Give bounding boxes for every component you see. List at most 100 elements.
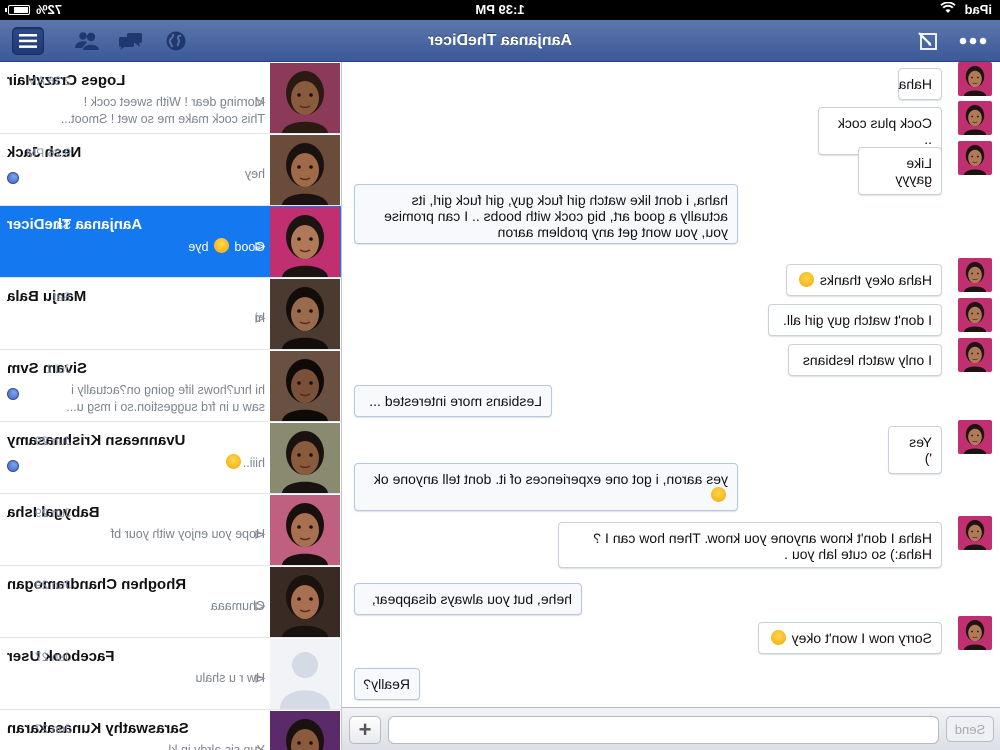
send-button[interactable]: Send bbox=[946, 716, 994, 742]
sender-avatar bbox=[958, 298, 992, 332]
message-bubble[interactable]: I don't watch guy girl all. bbox=[768, 304, 942, 336]
conversation-time: Jun 29 bbox=[34, 434, 71, 448]
conversation-list[interactable]: Loges CrazyHair 2:36 AM Morning dear ! Wit… bbox=[0, 62, 342, 750]
contact-avatar bbox=[270, 279, 340, 349]
contact-name: Manju Bala bbox=[7, 288, 87, 305]
conversation-row[interactable]: Babygal Isha Jun 29 Hope you enjoy with yo… bbox=[0, 494, 341, 566]
smiley-emoji-icon bbox=[225, 454, 241, 469]
message-preview: Hope you enjoy with your bf bbox=[110, 527, 265, 541]
friend-requests-icon[interactable] bbox=[72, 28, 102, 54]
unread-dot-icon bbox=[7, 460, 19, 472]
message-bubble[interactable]: Yes ') bbox=[888, 426, 942, 474]
conversation-row[interactable]: Loges CrazyHair 2:36 AM Morning dear ! Wit… bbox=[0, 62, 341, 134]
conversation-time: Jun 29 bbox=[34, 506, 71, 520]
sender-avatar bbox=[958, 101, 992, 135]
sender-avatar bbox=[958, 62, 992, 96]
battery-icon bbox=[8, 5, 30, 15]
conversation-row[interactable]: Uvanneasn Krishnasamy Jun 29 hiii.. bbox=[0, 422, 341, 494]
message-preview: Hw r u shalu bbox=[195, 671, 265, 685]
messages-icon[interactable] bbox=[115, 28, 145, 54]
conversation-time: Sat bbox=[52, 218, 71, 232]
new-message-icon[interactable] bbox=[912, 28, 942, 54]
conversation-row[interactable]: Facebook User Jun 27 Hw r u shalu bbox=[0, 638, 341, 710]
message-bubble[interactable]: Haha bbox=[898, 68, 942, 100]
conversation-time: 9:26 PM bbox=[26, 146, 71, 160]
replied-arrow-icon bbox=[255, 602, 266, 614]
more-options-icon[interactable] bbox=[958, 28, 988, 54]
message-bubble[interactable]: hehe, but you always disappear, bbox=[354, 583, 582, 615]
conversation-time: Jul 1 bbox=[45, 362, 71, 376]
clock: 1:39 PM bbox=[475, 2, 525, 17]
replied-arrow-icon bbox=[255, 98, 266, 110]
replied-arrow-icon bbox=[255, 314, 266, 326]
message-preview: Chumaaa bbox=[210, 599, 265, 613]
unread-dot-icon bbox=[7, 172, 19, 184]
battery-percent: 72% bbox=[36, 2, 63, 17]
top-navigation-bar: Aanjanaa TheDicer bbox=[0, 20, 1000, 62]
conversation-row[interactable]: Manju Bala Sat hi bbox=[0, 278, 341, 350]
conversation-row[interactable]: Nesh Jack 9:26 PM hey bbox=[0, 134, 341, 206]
smiley-emoji-icon bbox=[770, 630, 786, 645]
replied-arrow-icon bbox=[255, 530, 266, 542]
contact-name: Aanjanaa TheDicer bbox=[7, 216, 143, 233]
sender-avatar bbox=[958, 420, 992, 454]
conversation-time: Jun 29 bbox=[34, 578, 71, 592]
contact-avatar bbox=[270, 423, 340, 493]
message-preview: Good bye bbox=[188, 238, 265, 254]
message-preview: hiii.. bbox=[7, 454, 265, 472]
message-bubble[interactable]: yes aaron, i got one experiences of it. … bbox=[354, 463, 738, 511]
conversation-title: Aanjanaa TheDicer bbox=[427, 32, 573, 49]
conversation-row[interactable]: Rhoghen Chandramogan Jun 29 Chumaaa bbox=[0, 566, 341, 638]
message-input[interactable] bbox=[388, 716, 939, 744]
message-bubble[interactable]: Haha I don't know anyone you know. Then … bbox=[558, 522, 942, 568]
conversation-time: 2:36 AM bbox=[26, 74, 71, 88]
message-bubble[interactable]: Haha okey thanks bbox=[786, 264, 942, 296]
message-bubble[interactable]: Sorry now I won't okey bbox=[758, 622, 942, 654]
conversation-row[interactable]: Aanjanaa TheDicer Sat Good bye bbox=[0, 206, 341, 278]
conversation-time: Jun 27 bbox=[34, 650, 71, 664]
contact-name: Rhoghen Chandramogan bbox=[7, 576, 187, 593]
contact-avatar bbox=[270, 567, 340, 637]
replied-arrow-icon bbox=[255, 674, 266, 686]
hamburger-menu-icon[interactable] bbox=[12, 27, 44, 55]
sender-avatar bbox=[958, 141, 992, 175]
message-thread[interactable]: Haha Cock plus cock .. Like gayyy haha, i d… bbox=[342, 62, 1000, 707]
attach-button[interactable]: + bbox=[349, 716, 381, 744]
smiley-emoji-icon bbox=[799, 272, 815, 287]
message-preview: hi hru?hows life going on?actually i saw… bbox=[66, 383, 265, 414]
sender-avatar bbox=[958, 616, 992, 650]
contact-avatar bbox=[270, 495, 340, 565]
contact-avatar bbox=[270, 351, 340, 421]
message-bubble[interactable]: Lesbians more interested ... bbox=[354, 385, 552, 417]
message-bubble[interactable]: Really? bbox=[354, 668, 420, 700]
conversation-time: Sat bbox=[52, 290, 71, 304]
notifications-globe-icon[interactable] bbox=[161, 28, 191, 54]
sender-avatar bbox=[958, 516, 992, 550]
contact-avatar bbox=[270, 63, 340, 133]
message-bubble[interactable]: haha, i dont like watch girl fuck guy, g… bbox=[354, 184, 738, 244]
sender-avatar bbox=[958, 258, 992, 292]
replied-arrow-icon bbox=[255, 746, 266, 750]
contact-avatar bbox=[270, 207, 340, 277]
message-preview: hey bbox=[244, 167, 265, 181]
message-preview: Yup sis alrdy in kl bbox=[168, 743, 265, 750]
contact-avatar bbox=[270, 639, 340, 709]
compose-bar: + Send bbox=[342, 707, 1000, 750]
message-preview: Morning dear ! With sweet cock ! This co… bbox=[60, 95, 265, 126]
unread-dot-icon bbox=[7, 388, 19, 400]
contact-name: Uvanneasn Krishnasamy bbox=[7, 432, 186, 449]
status-bar: iPad 1:39 PM 72% bbox=[0, 0, 1000, 20]
replied-arrow-icon bbox=[255, 242, 266, 254]
contact-avatar bbox=[270, 135, 340, 205]
contact-avatar bbox=[270, 711, 340, 750]
conversation-row[interactable]: Saraswathy Kunasakaran Jun 27 Yup sis alrd… bbox=[0, 710, 341, 750]
message-preview: hi bbox=[255, 311, 265, 325]
conversation-row[interactable]: Sivam Svm Jul 1 hi hru?hows life going on?… bbox=[0, 350, 341, 422]
mirrored-screen: iPad 1:39 PM 72% Aanjanaa TheDicer Haha C… bbox=[0, 0, 1000, 750]
message-bubble[interactable]: I only watch lesbians bbox=[788, 344, 942, 376]
smiley-emoji-icon bbox=[213, 238, 229, 253]
conversation-time: Jun 27 bbox=[34, 722, 71, 736]
message-bubble[interactable]: Like gayyy bbox=[858, 147, 942, 195]
smiley-emoji-icon bbox=[711, 487, 726, 502]
sender-avatar bbox=[958, 338, 992, 372]
